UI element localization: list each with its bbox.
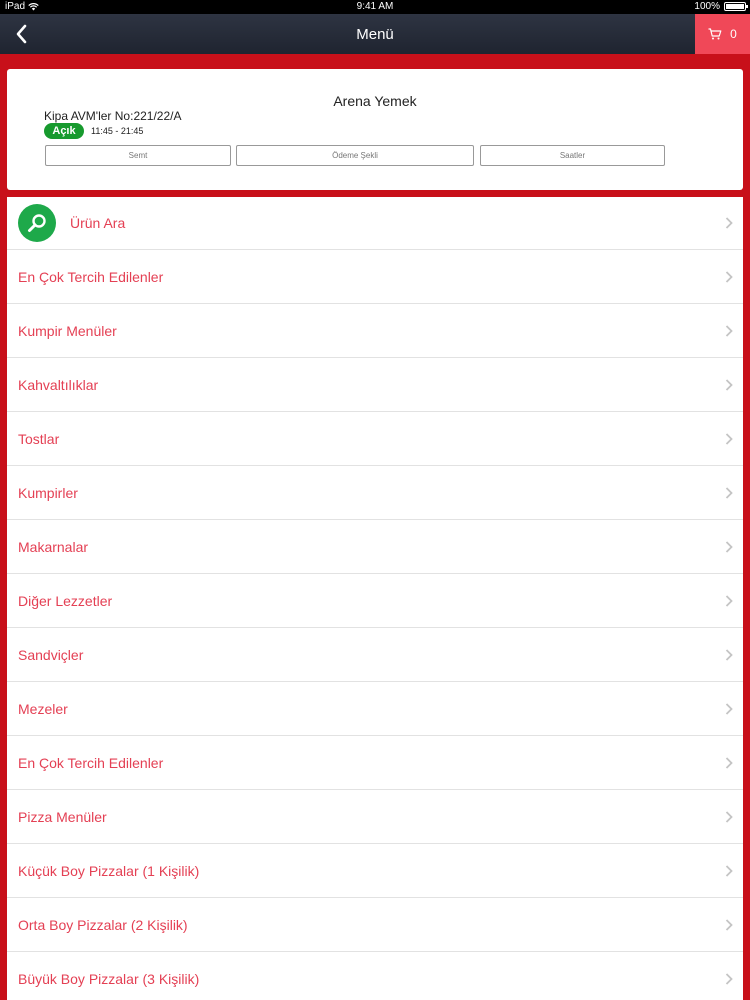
restaurant-name: Arena Yemek <box>333 93 417 109</box>
cart-button[interactable]: 0 <box>695 14 750 54</box>
menu-category-label: Kumpirler <box>18 484 78 501</box>
page-title: Menü <box>356 26 394 43</box>
cart-count: 0 <box>730 27 737 41</box>
menu-category-label: Büyük Boy Pizzalar (3 Kişilik) <box>18 970 200 987</box>
menu-category-item[interactable]: Orta Boy Pizzalar (2 Kişilik) <box>7 898 743 952</box>
cart-icon <box>708 28 722 40</box>
menu-category-item[interactable]: Pizza Menüler <box>7 790 743 844</box>
nav-bar: Menü 0 <box>0 14 750 54</box>
chevron-right-icon <box>725 486 733 499</box>
chevron-right-icon <box>725 918 733 931</box>
menu-category-item[interactable]: Makarnalar <box>7 520 743 574</box>
menu-category-item[interactable]: Diğer Lezzetler <box>7 574 743 628</box>
payment-method-button[interactable]: Ödeme Şekli <box>236 145 474 166</box>
menu-category-label: En Çok Tercih Edilenler <box>18 754 164 771</box>
menu-list: Ürün Ara En Çok Tercih Edilenler Kumpir M… <box>7 197 743 1000</box>
menu-category-item[interactable]: Tostlar <box>7 412 743 466</box>
menu-category-label: Diğer Lezzetler <box>18 592 113 609</box>
status-badge: Açık <box>44 123 84 139</box>
menu-category-item[interactable]: Kumpirler <box>7 466 743 520</box>
chevron-right-icon <box>725 810 733 823</box>
menu-category-label: En Çok Tercih Edilenler <box>18 268 164 285</box>
menu-category-label: Mezeler <box>18 700 68 717</box>
menu-category-item[interactable]: Büyük Boy Pizzalar (3 Kişilik) <box>7 952 743 1000</box>
hours-button[interactable]: Saatler <box>480 145 665 166</box>
chevron-right-icon <box>725 270 733 283</box>
chevron-right-icon <box>725 324 733 337</box>
restaurant-address: Kipa AVM'ler No:221/22/A <box>44 109 182 123</box>
menu-category-label: Kumpir Menüler <box>18 322 117 339</box>
menu-category-label: Makarnalar <box>18 538 89 555</box>
menu-category-item[interactable]: Kumpir Menüler <box>7 304 743 358</box>
chevron-right-icon <box>725 702 733 715</box>
product-search-label: Ürün Ara <box>70 215 126 231</box>
restaurant-info-card: Arena Yemek Kipa AVM'ler No:221/22/A Açı… <box>7 69 743 190</box>
menu-category-item[interactable]: En Çok Tercih Edilenler <box>7 250 743 304</box>
search-icon <box>18 204 56 242</box>
menu-category-label: Küçük Boy Pizzalar (1 Kişilik) <box>18 862 200 879</box>
chevron-right-icon <box>725 540 733 553</box>
menu-category-label: Orta Boy Pizzalar (2 Kişilik) <box>18 916 188 933</box>
chevron-right-icon <box>725 217 733 229</box>
product-search-item[interactable]: Ürün Ara <box>7 197 743 250</box>
menu-category-label: Pizza Menüler <box>18 808 107 825</box>
menu-categories: En Çok Tercih Edilenler Kumpir Menüler Kah… <box>7 250 743 1000</box>
menu-category-item[interactable]: Mezeler <box>7 682 743 736</box>
menu-category-item[interactable]: Kahvaltılıklar <box>7 358 743 412</box>
menu-category-item[interactable]: En Çok Tercih Edilenler <box>7 736 743 790</box>
menu-category-item[interactable]: Sandviçler <box>7 628 743 682</box>
status-right: 100% <box>694 1 748 12</box>
menu-category-label: Sandviçler <box>18 646 84 663</box>
chevron-right-icon <box>725 864 733 877</box>
chevron-right-icon <box>725 756 733 769</box>
chevron-right-icon <box>725 972 733 985</box>
chevron-right-icon <box>725 594 733 607</box>
district-button[interactable]: Semt <box>45 145 231 166</box>
chevron-right-icon <box>725 378 733 391</box>
menu-category-label: Kahvaltılıklar <box>18 376 99 393</box>
opening-hours: 11:45 - 21:45 <box>91 126 144 136</box>
menu-category-label: Tostlar <box>18 430 60 447</box>
battery-icon <box>724 2 748 11</box>
menu-category-item[interactable]: Küçük Boy Pizzalar (1 Kişilik) <box>7 844 743 898</box>
battery-percent: 100% <box>694 1 720 12</box>
chevron-right-icon <box>725 432 733 445</box>
status-bar: iPad 9:41 AM 100% <box>0 0 750 14</box>
chevron-right-icon <box>725 648 733 661</box>
status-time: 9:41 AM <box>356 1 394 12</box>
